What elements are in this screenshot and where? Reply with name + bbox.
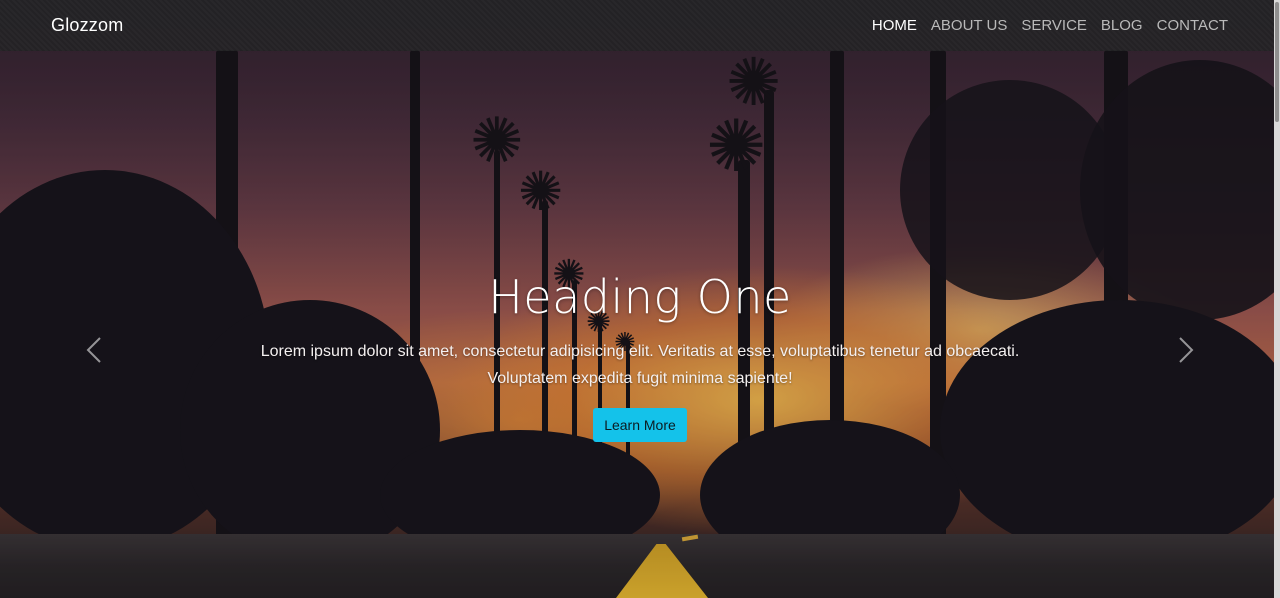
navbar: Glozzom HOME ABOUT US SERVICE BLOG CONTA… xyxy=(0,0,1280,51)
nav-link-home[interactable]: HOME xyxy=(872,17,917,34)
carousel-text: Lorem ipsum dolor sit amet, consectetur … xyxy=(230,338,1050,392)
nav-link-about-us[interactable]: ABOUT US xyxy=(931,17,1007,34)
carousel-caption: Heading One Lorem ipsum dolor sit amet, … xyxy=(0,270,1280,442)
carousel-text-line-1: Lorem ipsum dolor sit amet, consectetur … xyxy=(260,343,1020,360)
scrollbar-thumb[interactable] xyxy=(1275,2,1279,122)
brand-logo[interactable]: Glozzom xyxy=(51,15,123,36)
carousel-heading: Heading One xyxy=(488,270,792,324)
nav-link-contact[interactable]: CONTACT xyxy=(1157,17,1228,34)
nav-link-blog[interactable]: BLOG xyxy=(1101,17,1143,34)
nav-links: HOME ABOUT US SERVICE BLOG CONTACT xyxy=(858,17,1228,35)
learn-more-button[interactable]: Learn More xyxy=(593,408,687,442)
nav-link-service[interactable]: SERVICE xyxy=(1021,17,1087,34)
carousel-text-line-2: Voluptatem expedita fugit minima sapient… xyxy=(487,370,793,387)
page-scrollbar[interactable] xyxy=(1274,0,1280,598)
